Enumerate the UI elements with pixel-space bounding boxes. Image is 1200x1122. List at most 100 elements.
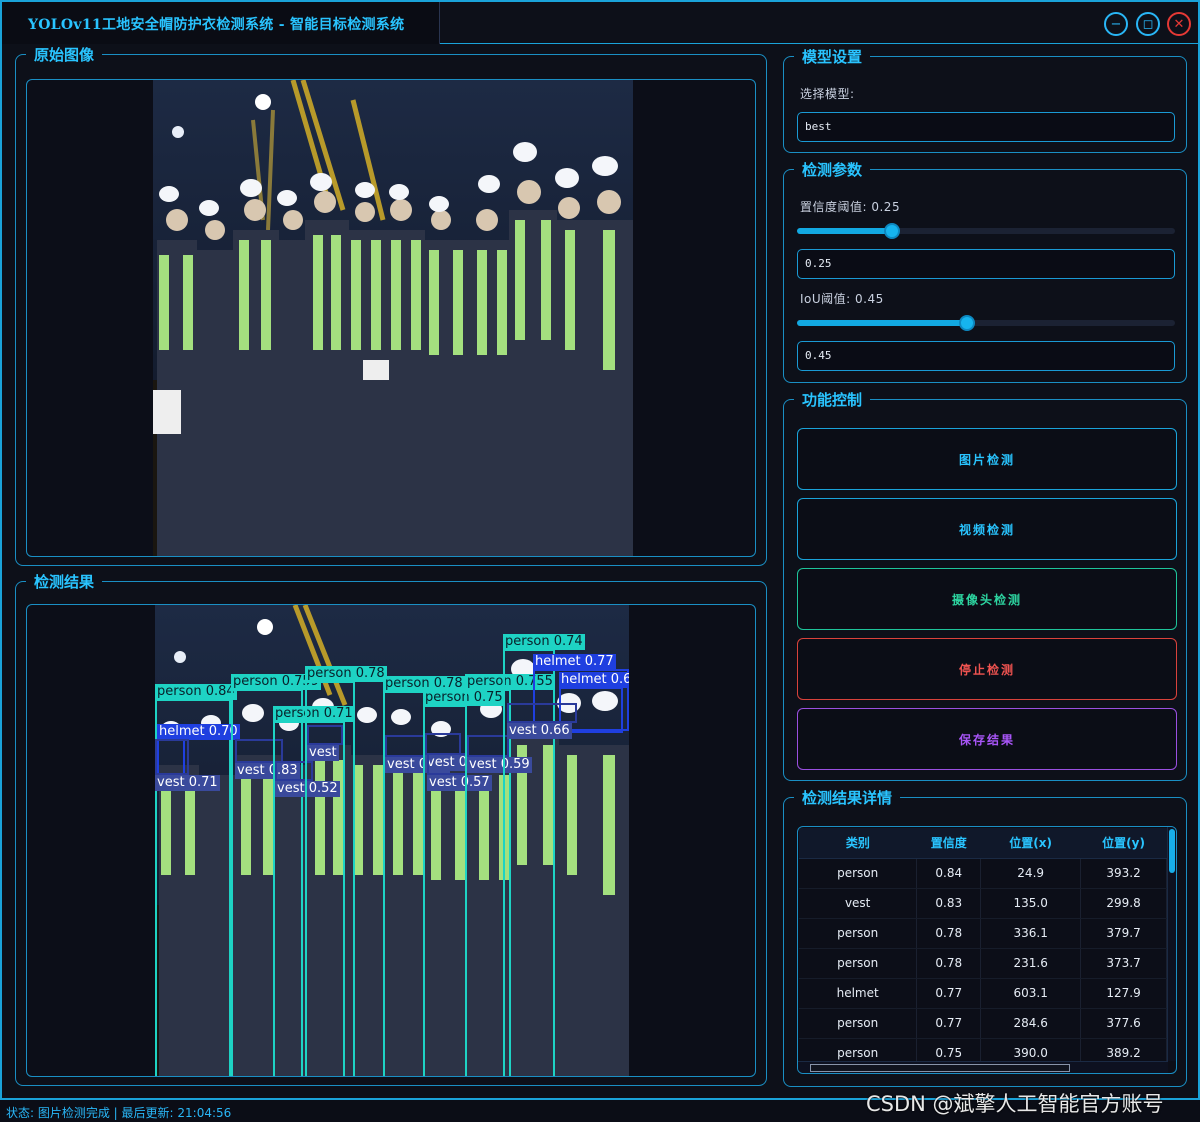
table-cell: person xyxy=(799,948,918,979)
table-cell: 0.83 xyxy=(916,888,982,919)
table-cell: 336.1 xyxy=(980,918,1082,949)
table-cell: helmet xyxy=(799,978,918,1009)
table-cell: 0.77 xyxy=(916,1008,982,1039)
detection-params-title: 检测参数 xyxy=(794,160,871,180)
image-detect-button[interactable]: 图片检测 xyxy=(797,428,1177,490)
table-cell: 603.1 xyxy=(980,978,1082,1009)
vertical-scrollbar[interactable] xyxy=(1167,827,1176,1061)
table-cell: 0.78 xyxy=(916,948,982,979)
original-image-title: 原始图像 xyxy=(26,45,103,65)
controls-title: 功能控制 xyxy=(794,390,871,410)
site-photo-illustration xyxy=(153,80,633,556)
detection-label: helmet 0.61 xyxy=(559,672,629,688)
app-window: YOLOv11工地安全帽防护衣检测系统 - 智能目标检测系统 − ◻ ✕ 原始图… xyxy=(0,0,1200,1100)
results-table-frame: 类别 置信度 位置(x) 位置(y) person 0.84 24.9 393.2 ve… xyxy=(797,826,1177,1074)
table-cell: 377.6 xyxy=(1080,1008,1167,1039)
iou-slider-fill xyxy=(797,320,968,326)
model-select[interactable]: best xyxy=(797,112,1175,142)
detection-label: person 0.84 xyxy=(155,684,237,700)
status-text: 状态: 图片检测完成 | 最后更新: 21:04:56 xyxy=(6,1106,232,1120)
table-row[interactable]: helmet 0.77 603.1 127.9 xyxy=(799,978,1167,1009)
maximize-button[interactable]: ◻ xyxy=(1136,12,1160,36)
column-header[interactable]: 类别 xyxy=(799,828,917,859)
select-model-label: 选择模型: xyxy=(800,87,855,101)
watermark: CSDN @斌擎人工智能官方账号 xyxy=(866,1092,1164,1116)
iou-input[interactable]: 0.45 xyxy=(797,341,1175,371)
detection-label: person 0.74 xyxy=(503,634,585,650)
detection-box: vest 0.66 xyxy=(507,703,577,739)
detection-box: vest 0.67 xyxy=(385,735,450,773)
save-result-button[interactable]: 保存结果 xyxy=(797,708,1177,770)
table-cell: 0.78 xyxy=(916,918,982,949)
title-tab: YOLOv11工地安全帽防护衣检测系统 - 智能目标检测系统 xyxy=(2,2,440,44)
close-icon: ✕ xyxy=(1173,16,1185,32)
table-cell: 0.84 xyxy=(916,858,982,889)
minimize-button[interactable]: − xyxy=(1104,12,1128,36)
detection-label: helmet 0.70 xyxy=(157,724,240,740)
original-image-panel: 原始图像 xyxy=(15,45,767,566)
horizontal-scrollbar-thumb[interactable] xyxy=(810,1064,1070,1072)
horizontal-scrollbar[interactable] xyxy=(798,1061,1168,1073)
detection-box: vest 0.63 xyxy=(425,733,490,771)
table-cell: 373.7 xyxy=(1080,948,1167,979)
table-row[interactable]: person 0.77 284.6 377.6 xyxy=(799,1008,1167,1039)
results-table: 类别 置信度 位置(x) 位置(y) person 0.84 24.9 393.2 ve… xyxy=(799,828,1167,1069)
camera-detect-button[interactable]: 摄像头检测 xyxy=(797,568,1177,630)
table-row[interactable]: person 0.78 336.1 379.7 xyxy=(799,918,1167,949)
table-row[interactable]: person 0.84 24.9 393.2 xyxy=(799,858,1167,889)
confidence-label: 置信度阈值: 0.25 xyxy=(800,200,901,214)
iou-label: IoU阈值: 0.45 xyxy=(800,292,884,306)
table-cell: 135.0 xyxy=(980,888,1082,919)
table-row[interactable]: person 0.78 231.6 373.7 xyxy=(799,948,1167,979)
detection-label: person 0.78 xyxy=(305,666,387,682)
detection-label: helmet 0.77 xyxy=(533,654,616,670)
table-cell: 284.6 xyxy=(980,1008,1082,1039)
detection-params-panel: 检测参数 置信度阈值: 0.25 0.25 IoU阈值: 0.45 0.45 xyxy=(783,160,1187,383)
detection-label: vest 0.71 xyxy=(155,775,220,791)
close-button[interactable]: ✕ xyxy=(1167,12,1191,36)
video-detect-button[interactable]: 视频检测 xyxy=(797,498,1177,560)
title-bar: YOLOv11工地安全帽防护衣检测系统 - 智能目标检测系统 − ◻ ✕ xyxy=(2,2,1198,44)
confidence-slider[interactable] xyxy=(797,223,1175,239)
stop-detect-button[interactable]: 停止检测 xyxy=(797,638,1177,700)
column-header[interactable]: 置信度 xyxy=(916,828,981,859)
detection-box: vest 0.71 xyxy=(155,739,220,791)
detection-box: vest xyxy=(307,725,343,761)
detection-label: vest xyxy=(307,745,339,761)
model-settings-title: 模型设置 xyxy=(794,47,871,67)
table-cell: 393.2 xyxy=(1080,858,1167,889)
vertical-scrollbar-thumb[interactable] xyxy=(1169,829,1175,873)
iou-slider[interactable] xyxy=(797,315,1175,331)
model-settings-panel: 模型设置 选择模型: best xyxy=(783,47,1187,153)
original-image-frame xyxy=(26,79,756,557)
table-cell: 379.7 xyxy=(1080,918,1167,949)
result-image-frame: person 0.84 helmet 0.70 vest 0.71 person… xyxy=(26,604,756,1077)
table-cell: 0.77 xyxy=(916,978,982,1009)
result-image-title: 检测结果 xyxy=(26,572,103,592)
controls-panel: 功能控制 图片检测 视频检测 摄像头检测 停止检测 保存结果 xyxy=(783,390,1187,781)
results-detail-title: 检测结果详情 xyxy=(794,788,901,808)
table-cell: person xyxy=(799,858,918,889)
original-image xyxy=(153,80,633,556)
confidence-slider-fill xyxy=(797,228,892,234)
confidence-input[interactable]: 0.25 xyxy=(797,249,1175,279)
column-header[interactable]: 位置(y) xyxy=(1080,828,1167,859)
column-header[interactable]: 位置(x) xyxy=(980,828,1081,859)
table-header-row: 类别 置信度 位置(x) 位置(y) xyxy=(799,828,1167,859)
table-cell: vest xyxy=(799,888,918,919)
table-cell: person xyxy=(799,1008,918,1039)
maximize-icon: ◻ xyxy=(1142,16,1154,32)
table-cell: 24.9 xyxy=(980,858,1082,889)
minimize-icon: − xyxy=(1110,16,1122,32)
table-cell: 299.8 xyxy=(1080,888,1167,919)
table-cell: person xyxy=(799,918,918,949)
detection-label: vest 0.66 xyxy=(507,723,572,739)
table-row[interactable]: vest 0.83 135.0 299.8 xyxy=(799,888,1167,919)
window-title: YOLOv11工地安全帽防护衣检测系统 - 智能目标检测系统 xyxy=(28,17,405,33)
result-image-panel: 检测结果 person 0.84 helmet 0.70 vest 0.71 p… xyxy=(15,572,767,1086)
confidence-slider-handle[interactable] xyxy=(883,223,900,239)
result-image: person 0.84 helmet 0.70 vest 0.71 person… xyxy=(155,605,629,1076)
table-cell: 231.6 xyxy=(980,948,1082,979)
iou-slider-handle[interactable] xyxy=(959,315,976,331)
detection-box: vest 0.57 xyxy=(427,753,492,791)
